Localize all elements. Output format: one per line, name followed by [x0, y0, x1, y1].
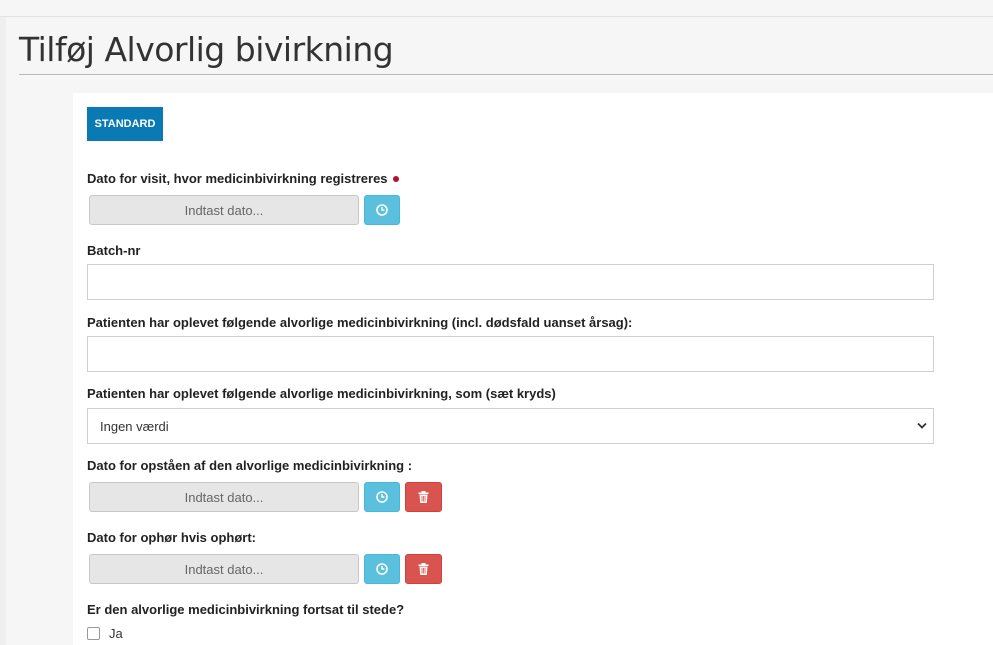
- end-date-clock-button[interactable]: [364, 554, 400, 584]
- reaction-type-label: Patienten har oplevet følgende alvorlige…: [87, 386, 556, 401]
- end-date-clear-button[interactable]: [405, 554, 442, 584]
- reaction-type-select[interactable]: Ingen værdi: [87, 408, 934, 444]
- page-title: Tilføj Alvorlig bivirkning: [19, 30, 394, 69]
- batch-label: Batch-nr: [87, 243, 141, 258]
- trash-icon: [418, 563, 429, 575]
- chevron-down-icon: [917, 422, 927, 429]
- trash-icon: [418, 491, 429, 503]
- ongoing-yes-checkbox[interactable]: [87, 627, 100, 640]
- visit-date-label: Dato for visit, hvor medicinbivirkning r…: [87, 171, 399, 186]
- visit-date-input[interactable]: Indtast dato...: [89, 195, 359, 225]
- visit-date-label-text: Dato for visit, hvor medicinbivirkning r…: [87, 171, 388, 186]
- batch-input[interactable]: [87, 264, 934, 300]
- end-date-label: Dato for ophør hvis ophørt:: [87, 530, 256, 545]
- standard-button[interactable]: STANDARD: [87, 107, 163, 141]
- onset-date-clear-button[interactable]: [405, 482, 442, 512]
- reaction-input[interactable]: [87, 336, 934, 372]
- clock-icon: [376, 491, 388, 503]
- required-indicator: [392, 175, 399, 182]
- onset-date-label: Dato for opståen af den alvorlige medici…: [87, 458, 413, 473]
- onset-date-input[interactable]: Indtast dato...: [89, 482, 359, 512]
- end-date-input[interactable]: Indtast dato...: [89, 554, 359, 584]
- ongoing-label: Er den alvorlige medicinbivirkning forts…: [87, 602, 405, 617]
- reaction-type-selected: Ingen værdi: [100, 418, 169, 434]
- visit-date-clock-button[interactable]: [364, 195, 400, 225]
- left-sidebar-strip: [0, 17, 6, 645]
- reaction-label: Patienten har oplevet følgende alvorlige…: [87, 315, 633, 330]
- clock-icon: [376, 563, 388, 575]
- onset-date-clock-button[interactable]: [364, 482, 400, 512]
- top-bar: [0, 0, 993, 17]
- clock-icon: [376, 204, 388, 216]
- title-divider: [19, 74, 993, 75]
- ongoing-yes-label[interactable]: Ja: [109, 626, 123, 641]
